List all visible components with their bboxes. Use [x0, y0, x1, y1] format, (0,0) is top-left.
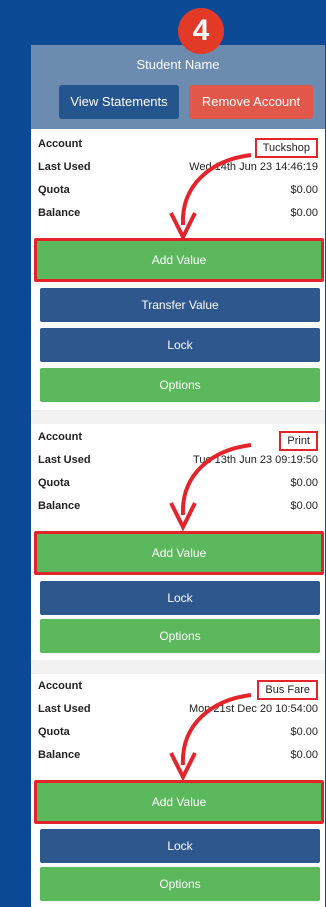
- quota-value: $0.00: [290, 477, 318, 489]
- quota-value: $0.00: [290, 726, 318, 738]
- student-header: Student Name View Statements Remove Acco…: [31, 45, 325, 129]
- account-panel: Student Name View Statements Remove Acco…: [31, 45, 325, 907]
- options-button[interactable]: Options: [40, 368, 320, 402]
- add-value-button[interactable]: Add Value: [34, 780, 324, 824]
- card-divider: [31, 410, 325, 424]
- account-value: Print: [279, 431, 318, 451]
- quota-label: Quota: [38, 726, 70, 738]
- curved-arrow-icon: [169, 153, 252, 242]
- student-name: Student Name: [136, 57, 220, 72]
- view-statements-button[interactable]: View Statements: [59, 85, 179, 119]
- account-label: Account: [38, 680, 82, 692]
- account-label: Account: [38, 138, 82, 150]
- curved-arrow-icon: [169, 443, 252, 532]
- account-value: Tuckshop: [254, 138, 318, 158]
- remove-account-button[interactable]: Remove Account: [189, 85, 313, 119]
- lock-button[interactable]: Lock: [40, 328, 320, 362]
- curved-arrow-icon: [169, 693, 252, 782]
- balance-value: $0.00: [290, 500, 318, 512]
- account-label: Account: [38, 431, 82, 443]
- card-divider: [31, 660, 325, 674]
- last-used-label: Last Used: [38, 703, 91, 715]
- lock-button[interactable]: Lock: [40, 581, 320, 615]
- quota-value: $0.00: [290, 184, 318, 196]
- balance-label: Balance: [38, 207, 81, 219]
- transfer-value-button[interactable]: Transfer Value: [40, 288, 320, 322]
- options-button[interactable]: Options: [40, 619, 320, 653]
- balance-value: $0.00: [290, 207, 318, 219]
- balance-label: Balance: [38, 500, 81, 512]
- options-button[interactable]: Options: [40, 867, 320, 901]
- lock-button[interactable]: Lock: [40, 829, 320, 863]
- quota-label: Quota: [38, 477, 70, 489]
- add-value-button[interactable]: Add Value: [34, 531, 324, 575]
- balance-label: Balance: [38, 749, 81, 761]
- quota-label: Quota: [38, 184, 70, 196]
- last-used-label: Last Used: [38, 454, 91, 466]
- last-used-label: Last Used: [38, 161, 91, 173]
- balance-value: $0.00: [290, 749, 318, 761]
- account-value: Bus Fare: [257, 680, 318, 700]
- step-number-badge: 4: [178, 8, 224, 54]
